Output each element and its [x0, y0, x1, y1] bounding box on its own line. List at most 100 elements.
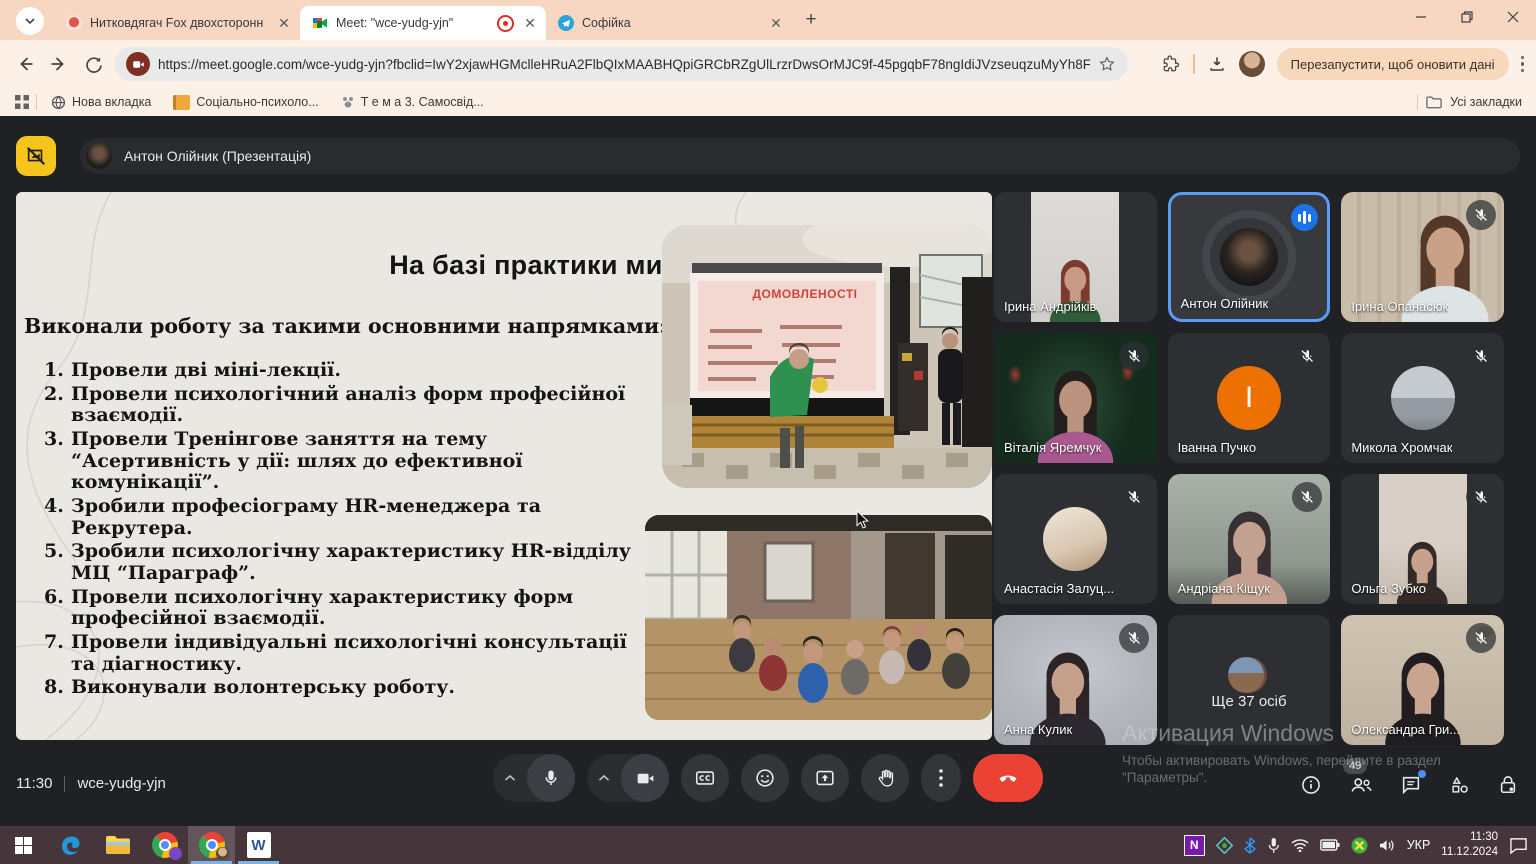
mic-off-icon: [1466, 623, 1496, 653]
volume-icon[interactable]: [1379, 838, 1396, 853]
bookmark-tema3[interactable]: Т е м а 3. Самосвід...: [333, 90, 492, 114]
participant-tile[interactable]: В Ще 37 осіб: [1168, 615, 1331, 745]
more-count-label: Ще 37 осіб: [1168, 693, 1331, 710]
taskbar-clock[interactable]: 11:30 11.12.2024: [1441, 830, 1498, 860]
bookmark-new-tab[interactable]: Нова вкладка: [43, 90, 159, 114]
participant-tile[interactable]: І Іванна Пучко: [1168, 333, 1331, 463]
bookmark-label: Нова вкладка: [72, 95, 151, 109]
presenter-banner[interactable]: Антон Олійник (Презентація): [80, 138, 1520, 174]
mic-button[interactable]: [527, 754, 575, 802]
close-tab-icon[interactable]: ✕: [768, 15, 784, 31]
chevron-down-icon: [24, 15, 36, 27]
bluetooth-icon[interactable]: [1244, 837, 1256, 854]
meeting-details-button[interactable]: [1300, 774, 1322, 796]
slide-list-item: 4.Зробили професіограму HR-менеджера та …: [44, 496, 652, 539]
raise-hand-button[interactable]: [861, 754, 909, 802]
lock-icon: [1498, 774, 1518, 796]
participant-tile[interactable]: Анна Кулик: [994, 615, 1157, 745]
tab-telegram[interactable]: Софійка ✕: [546, 6, 792, 40]
presenter-avatar: [86, 143, 112, 169]
participant-name: Ольга Зубко: [1351, 581, 1426, 596]
windows-taskbar: W N УКР 11:30 11.12.2024: [0, 826, 1536, 864]
chat-button[interactable]: [1400, 774, 1422, 796]
activities-button[interactable]: [1449, 774, 1471, 796]
profile-avatar[interactable]: [1239, 51, 1265, 77]
tab-search-button[interactable]: [16, 7, 44, 35]
present-button[interactable]: [801, 754, 849, 802]
bookmark-star-icon[interactable]: [1098, 55, 1116, 73]
videocam-icon: [635, 768, 656, 789]
all-bookmarks-label[interactable]: Усі закладки: [1450, 95, 1522, 109]
taskbar-explorer[interactable]: [94, 826, 141, 864]
address-bar[interactable]: https://meet.google.com/wce-yudg-yjn?fbc…: [114, 47, 1128, 81]
close-window-button[interactable]: [1490, 0, 1536, 34]
browser-menu-icon[interactable]: [1521, 56, 1525, 73]
apps-grid-icon[interactable]: [14, 94, 30, 110]
camera-control[interactable]: [587, 754, 669, 802]
participant-tile[interactable]: Ольга Зубко: [1341, 474, 1504, 604]
participant-tile[interactable]: Микола Хромчак: [1341, 333, 1504, 463]
slide-list-item: 5.Зробили психологічну характеристику HR…: [44, 541, 652, 584]
taskbar-word[interactable]: W: [235, 826, 282, 864]
host-controls-button[interactable]: [1498, 774, 1518, 796]
end-call-button[interactable]: [973, 754, 1043, 802]
antivirus-icon[interactable]: [1351, 837, 1368, 854]
people-button[interactable]: 49: [1349, 774, 1373, 796]
back-button[interactable]: [12, 51, 38, 77]
onenote-icon[interactable]: N: [1184, 835, 1205, 856]
tray-mic-icon[interactable]: [1267, 837, 1280, 854]
photo-avatar: [1391, 366, 1455, 430]
tab-meet[interactable]: Meet: "wce-yudg-yjn" ✕: [300, 6, 546, 40]
tray-app-icon[interactable]: [1216, 837, 1233, 854]
camera-button[interactable]: [621, 754, 669, 802]
more-options-button[interactable]: [921, 754, 961, 802]
reactions-button[interactable]: [741, 754, 789, 802]
participant-tile[interactable]: Ірина Андрійків: [994, 192, 1157, 322]
mic-off-icon: [1119, 341, 1149, 371]
camera-options-chevron-icon[interactable]: [587, 774, 621, 782]
language-indicator[interactable]: УКР: [1407, 838, 1431, 852]
new-tab-button[interactable]: +: [798, 7, 824, 33]
wifi-icon[interactable]: [1291, 838, 1309, 852]
restore-button[interactable]: [1444, 0, 1490, 34]
participant-tile[interactable]: Віталія Яремчук: [994, 333, 1157, 463]
action-center-icon[interactable]: [1509, 837, 1528, 854]
restart-to-update-button[interactable]: Перезапустити, щоб оновити дані: [1277, 48, 1509, 80]
toolbar-separator: [1193, 54, 1195, 74]
mic-control[interactable]: [493, 754, 575, 802]
taskbar-chrome[interactable]: [141, 826, 188, 864]
reload-button[interactable]: [80, 51, 106, 77]
captions-button[interactable]: [681, 754, 729, 802]
minimize-button[interactable]: [1398, 0, 1444, 34]
meet-favicon: [312, 15, 328, 31]
slide-list-item: 6.Провели психологічну характеристику фо…: [44, 587, 652, 630]
close-tab-icon[interactable]: ✕: [276, 15, 292, 31]
battery-icon[interactable]: [1320, 839, 1340, 851]
taskbar-edge[interactable]: [47, 826, 94, 864]
globe-icon: [51, 95, 66, 110]
participant-tile[interactable]: Андріана Кіщук: [1168, 474, 1331, 604]
start-button[interactable]: [0, 826, 47, 864]
participant-name: Іванна Пучко: [1178, 440, 1256, 455]
slide-heading: Виконали роботу за такими основними напр…: [24, 314, 672, 338]
participant-tile[interactable]: Ірина Опанасюк: [1341, 192, 1504, 322]
shared-presentation[interactable]: На базі практики ми: Виконали роботу за …: [16, 192, 992, 740]
participant-tile[interactable]: Анастасія Залуц...: [994, 474, 1157, 604]
downloads-icon[interactable]: [1207, 54, 1227, 74]
taskbar-chrome-active[interactable]: [188, 826, 235, 864]
mic-options-chevron-icon[interactable]: [493, 774, 527, 782]
mic-off-glyph: [1126, 348, 1142, 364]
meeting-info: 11:30 wce-yudg-yjn: [16, 775, 166, 792]
extensions-icon[interactable]: [1161, 54, 1181, 74]
tab-fox[interactable]: Нитковдягач Fox двохсторонн ✕: [54, 6, 300, 40]
participant-tile[interactable]: Антон Олійник: [1168, 192, 1331, 322]
chrome-profile-badge: [169, 847, 182, 860]
bookmark-label: Т е м а 3. Самосвід...: [361, 95, 484, 109]
participant-tile[interactable]: Олександра Гри...: [1341, 615, 1504, 745]
close-tab-icon[interactable]: ✕: [522, 15, 538, 31]
meeting-panels: 49: [1300, 774, 1518, 796]
bookmark-social-psych[interactable]: Соціально-психоло...: [165, 90, 326, 114]
mic-off-glyph: [1126, 489, 1142, 505]
forward-button[interactable]: [46, 51, 72, 77]
stop-presentation-button[interactable]: [16, 136, 56, 176]
